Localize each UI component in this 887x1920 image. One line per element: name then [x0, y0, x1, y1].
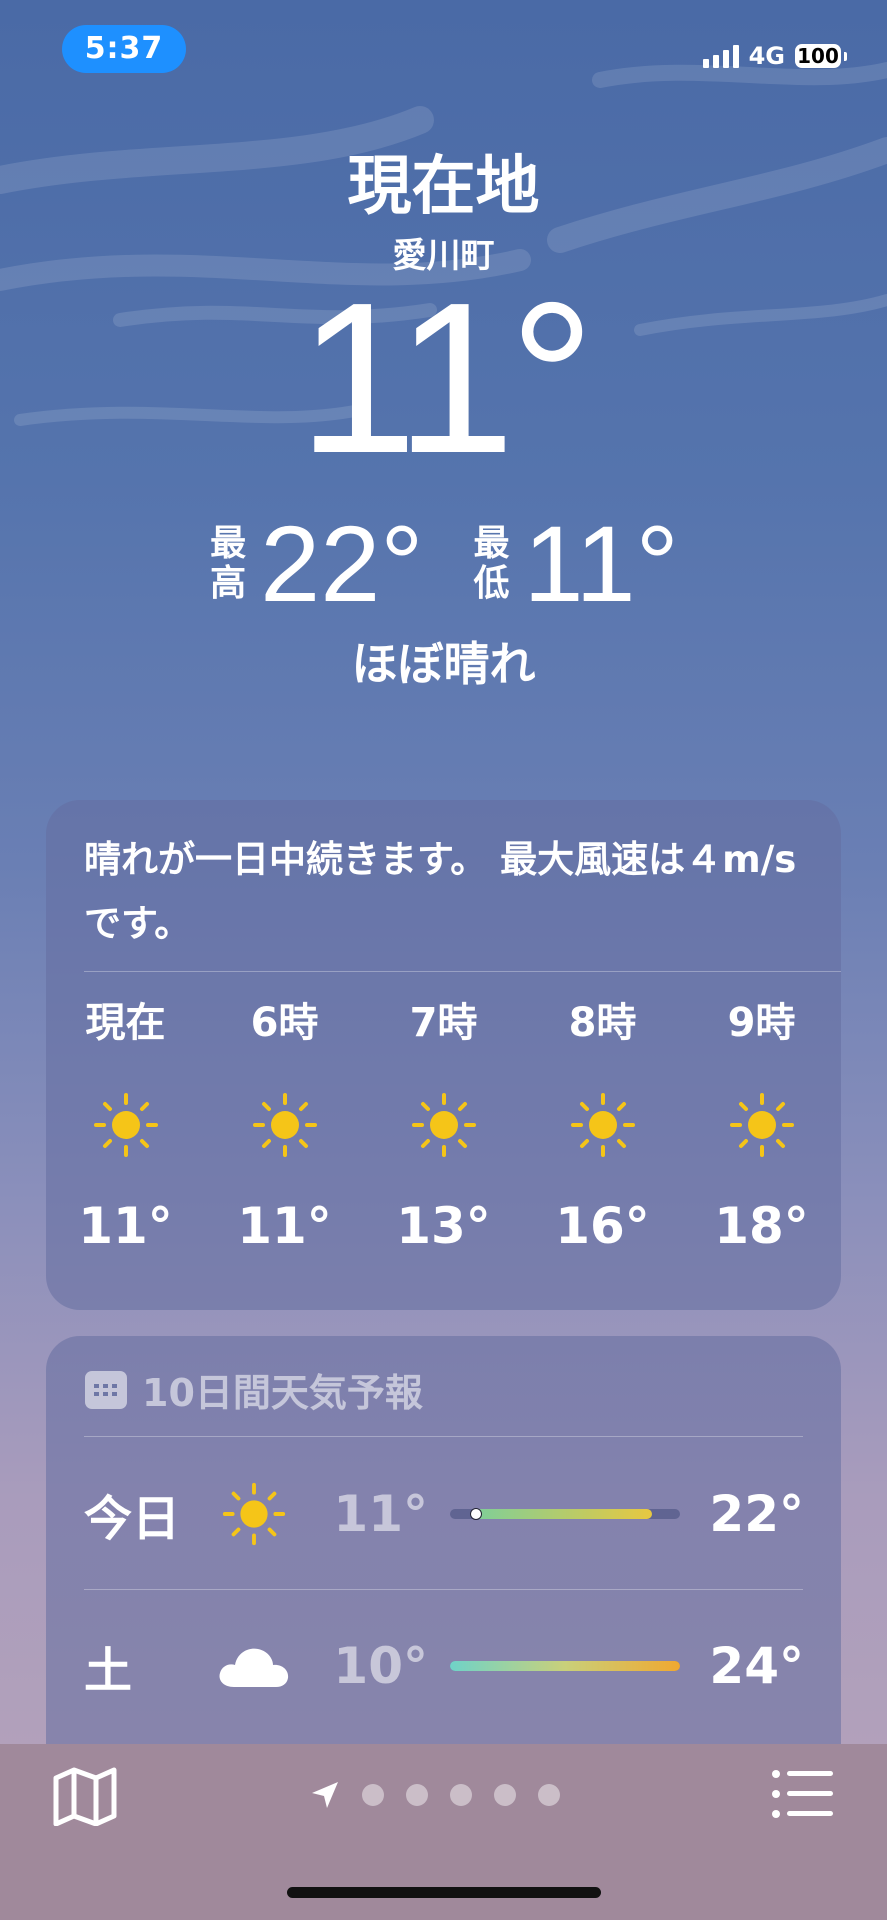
forecast-row-today[interactable]: 今日 11° 22°	[84, 1439, 804, 1589]
weather-condition: ほぼ晴れ	[351, 637, 536, 691]
current-temperature: 11°	[297, 257, 595, 498]
hour-label: 現在	[85, 1000, 166, 1046]
forecast-low: 11°	[333, 1485, 428, 1543]
page-dot[interactable]	[406, 1784, 428, 1806]
range-fill	[450, 1661, 680, 1671]
hour-item: 現在 11°	[46, 995, 205, 1255]
cloud-icon	[204, 1641, 304, 1691]
sun-icon	[682, 1075, 841, 1175]
list-icon[interactable]	[771, 1768, 835, 1824]
forecast-high: 24°	[709, 1637, 804, 1695]
hour-label: 7時	[409, 1000, 478, 1046]
forecast-high: 22°	[709, 1485, 804, 1543]
status-indicators: 4G 100	[702, 42, 847, 70]
hour-temperature: 11°	[78, 1197, 173, 1255]
hour-temperature: 11°	[237, 1197, 332, 1255]
hour-temperature: 18°	[714, 1197, 809, 1255]
bottom-toolbar	[0, 1744, 887, 1920]
sun-icon	[46, 1075, 205, 1175]
page-dot[interactable]	[450, 1784, 472, 1806]
ten-day-forecast-card[interactable]: 10日間天気予報 今日 11° 22° 土 10° 24°	[46, 1336, 841, 1756]
forecast-header: 10日間天気予報	[84, 1362, 423, 1417]
temperature-range-bar	[450, 1661, 680, 1671]
map-icon[interactable]	[52, 1766, 118, 1830]
location-title: 現在地	[347, 150, 540, 224]
calendar-icon	[85, 1370, 127, 1409]
hour-item: 7時 13°	[364, 995, 523, 1255]
high-label: 最高	[210, 523, 247, 604]
network-type: 4G	[748, 42, 785, 70]
sun-icon	[204, 1479, 304, 1549]
hour-temperature: 13°	[396, 1197, 491, 1255]
high-low-temps: 最高 22° 最低 11°	[0, 510, 887, 618]
status-time-pill[interactable]: 5:37	[62, 25, 186, 73]
card-divider	[84, 1436, 803, 1437]
hour-label: 8時	[568, 1000, 637, 1046]
forecast-day: 今日	[84, 1491, 181, 1547]
forecast-row-saturday[interactable]: 土 10° 24°	[84, 1591, 804, 1741]
low-label: 最低	[473, 523, 510, 604]
hour-temperature: 16°	[555, 1197, 650, 1255]
range-fill	[470, 1509, 652, 1519]
card-divider	[84, 971, 841, 972]
forecast-low: 10°	[333, 1637, 428, 1695]
hour-label: 6時	[250, 1000, 319, 1046]
hour-label: 9時	[727, 1000, 796, 1046]
hourly-list[interactable]: 現在 11° 6時 11° 7時 13° 8時 16° 9時 18°	[46, 995, 841, 1255]
hour-item: 6時 11°	[205, 995, 364, 1255]
cellular-signal-icon	[702, 44, 739, 68]
sun-icon	[364, 1075, 523, 1175]
current-temp-dot	[470, 1508, 482, 1520]
card-divider	[84, 1589, 803, 1590]
forecast-title: 10日間天気予報	[142, 1371, 423, 1415]
home-indicator[interactable]	[287, 1887, 601, 1898]
battery-icon: 100	[795, 44, 847, 68]
high-temperature: 22°	[260, 503, 424, 624]
forecast-day: 土	[84, 1643, 133, 1699]
location-arrow-icon	[312, 1782, 338, 1808]
forecast-summary: 晴れが一日中続きます。 最大風速は４m/sです。	[84, 838, 797, 945]
temperature-range-bar	[450, 1508, 680, 1520]
sun-icon	[205, 1075, 364, 1175]
low-temperature: 11°	[523, 503, 679, 624]
hour-item: 9時 18°	[682, 995, 841, 1255]
hourly-forecast-card[interactable]: 晴れが一日中続きます。 最大風速は４m/sです。 現在 11° 6時 11° 7…	[46, 800, 841, 1310]
page-dot[interactable]	[538, 1784, 560, 1806]
page-dot[interactable]	[494, 1784, 516, 1806]
page-indicator[interactable]	[310, 1780, 560, 1810]
hour-item: 8時 16°	[523, 995, 682, 1255]
sun-icon	[523, 1075, 682, 1175]
page-dot[interactable]	[362, 1784, 384, 1806]
